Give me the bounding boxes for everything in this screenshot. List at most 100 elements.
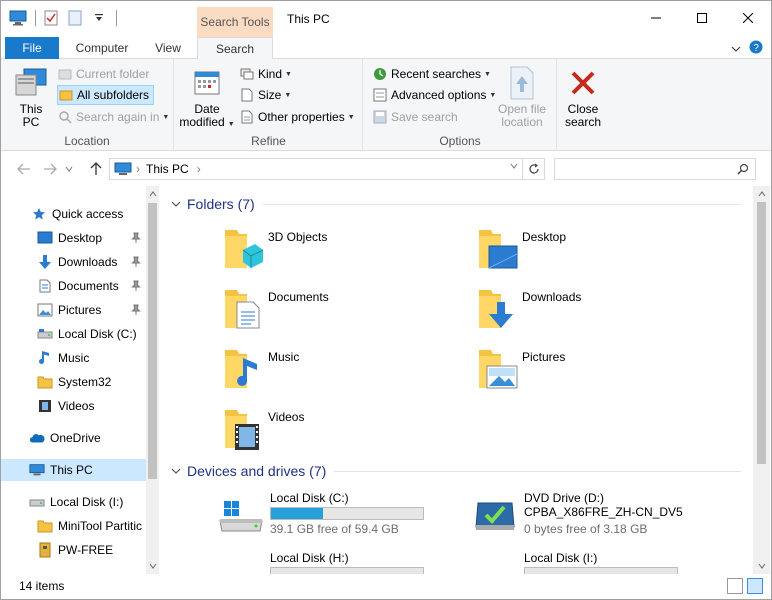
nav-desktop[interactable]: Desktop: [1, 227, 146, 249]
advanced-options-button[interactable]: Advanced options ▼: [372, 85, 496, 105]
address-box[interactable]: › This PC ›: [109, 158, 545, 180]
nav-music[interactable]: Music: [1, 347, 146, 369]
pin-icon[interactable]: [130, 255, 142, 269]
save-search-button[interactable]: Save search: [372, 107, 458, 127]
tab-search[interactable]: Search: [197, 37, 273, 60]
nav-local-disk-i[interactable]: Local Disk (I:): [1, 491, 146, 513]
all-subfolders-label: All subfolders: [77, 88, 150, 102]
pin-icon[interactable]: [130, 303, 142, 317]
drive-tile-d[interactable]: DVD Drive (D:) CPBA_X86FRE_ZH-CN_DV5 0 b…: [472, 491, 712, 547]
folder-tile-label: Downloads: [522, 290, 582, 304]
chevron-down-icon: [510, 163, 518, 169]
date-modified-button[interactable]: Date modified ▼: [179, 65, 235, 131]
nav-pwfree[interactable]: PW-FREE: [1, 539, 146, 561]
drives-section-header[interactable]: Devices and drives (7): [171, 463, 741, 479]
recent-searches-label: Recent searches: [391, 67, 482, 81]
nav-videos[interactable]: Videos: [1, 395, 146, 417]
nav-scrollbar-thumb[interactable]: [148, 203, 157, 479]
content-scrollbar[interactable]: [753, 186, 770, 574]
nav-this-pc[interactable]: This PC: [1, 459, 146, 481]
tab-computer[interactable]: Computer: [67, 37, 137, 59]
chevron-down-icon: ▼: [347, 113, 355, 121]
details-view-icon[interactable]: [727, 578, 743, 594]
content-scrollbar-thumb[interactable]: [757, 202, 766, 464]
drive-tile-c[interactable]: Local Disk (C:) 39.1 GB free of 59.4 GB: [218, 491, 458, 547]
kind-button[interactable]: Kind ▼: [239, 64, 292, 84]
drive-tile-i[interactable]: Local Disk (I:): [472, 551, 712, 574]
up-button[interactable]: [87, 160, 105, 178]
computer-icon[interactable]: [9, 9, 27, 27]
close-search-button[interactable]: Close search: [560, 65, 606, 129]
quick-access-toolbar: [9, 9, 117, 27]
expand-ribbon-icon[interactable]: [731, 42, 741, 56]
recent-searches-button[interactable]: Recent searches ▼: [372, 64, 491, 84]
section-divider: [334, 470, 741, 472]
pin-icon[interactable]: [130, 231, 142, 245]
section-divider: [262, 203, 741, 205]
navigation-pane: Quick access Desktop Downloads Documents…: [1, 186, 159, 574]
pin-icon[interactable]: [130, 279, 142, 293]
folder-tile-documents[interactable]: Documents: [221, 284, 461, 340]
content-pane: Folders (7) 3D Objects Desktop Documents: [161, 186, 753, 574]
help-icon[interactable]: ?: [749, 40, 763, 57]
customize-toolbar-icon[interactable]: [90, 9, 108, 27]
chevron-up-icon: [149, 191, 157, 197]
search-again-icon: [57, 109, 73, 125]
toolbar-divider: [35, 10, 36, 26]
size-label: Size: [258, 88, 282, 102]
minimize-button[interactable]: [633, 1, 679, 35]
nav-pictures[interactable]: Pictures: [1, 299, 146, 321]
kind-label: Kind: [258, 67, 283, 81]
close-icon: [566, 65, 600, 101]
folders-section-header[interactable]: Folders (7): [171, 196, 741, 212]
search-input[interactable]: [554, 158, 756, 180]
tab-view[interactable]: View: [141, 37, 195, 59]
subfolders-icon: [58, 87, 74, 103]
back-button[interactable]: [15, 160, 33, 178]
folder-tile-music[interactable]: Music: [221, 344, 461, 400]
size-button[interactable]: Size ▼: [239, 85, 291, 105]
folder-icon: [57, 66, 73, 82]
new-folder-icon[interactable]: [66, 9, 84, 27]
breadcrumb-separator[interactable]: ›: [197, 162, 201, 176]
other-properties-button[interactable]: Other properties ▼: [239, 107, 355, 127]
folder-tile-label: Music: [268, 350, 300, 364]
tab-file[interactable]: File: [5, 37, 59, 59]
location-group-label: Location: [64, 134, 110, 148]
nav-onedrive[interactable]: OneDrive: [1, 427, 146, 449]
search-again-in-button[interactable]: Search again in ▼: [57, 107, 169, 127]
properties-icon[interactable]: [42, 9, 60, 27]
refresh-button[interactable]: [522, 159, 544, 179]
all-subfolders-button[interactable]: All subfolders: [57, 85, 155, 105]
address-history-button[interactable]: [510, 163, 518, 169]
nav-documents[interactable]: Documents: [1, 275, 146, 297]
forward-button[interactable]: [41, 160, 59, 178]
current-folder-button[interactable]: Current folder: [57, 64, 149, 84]
desktop-folder-icon: [475, 224, 519, 272]
folder-tile-videos[interactable]: Videos: [221, 404, 461, 460]
maximize-button[interactable]: [679, 1, 725, 35]
folder-tile-pictures[interactable]: Pictures: [475, 344, 715, 400]
nav-system32[interactable]: System32: [1, 371, 146, 393]
nav-downloads[interactable]: Downloads: [1, 251, 146, 273]
close-button[interactable]: [725, 1, 771, 35]
tiles-view-icon[interactable]: [747, 578, 763, 594]
open-file-location-button[interactable]: Open file location: [494, 65, 550, 129]
folder-tile-desktop[interactable]: Desktop: [475, 224, 715, 280]
nav-scrollbar[interactable]: [146, 186, 159, 574]
nav-minitool[interactable]: MiniTool Partitic: [1, 515, 146, 537]
folder-tile-3d-objects[interactable]: 3D Objects: [221, 224, 461, 280]
date-modified-label-2: modified ▼: [179, 115, 235, 129]
breadcrumb-this-pc[interactable]: This PC: [146, 162, 189, 176]
this-pc-button[interactable]: This PC: [11, 65, 51, 129]
recent-locations-button[interactable]: [63, 160, 75, 178]
nav-documents-label: Documents: [58, 279, 119, 293]
drive-tile-h[interactable]: Local Disk (H:): [218, 551, 458, 574]
ribbon-right-controls: ?: [731, 40, 763, 57]
chevron-down-icon: [149, 563, 157, 569]
breadcrumb-separator[interactable]: ›: [136, 162, 140, 176]
nav-quick-access[interactable]: Quick access: [1, 203, 146, 225]
arrow-left-icon: [17, 163, 30, 175]
folder-tile-downloads[interactable]: Downloads: [475, 284, 715, 340]
nav-local-disk-c[interactable]: Local Disk (C:): [1, 323, 146, 345]
